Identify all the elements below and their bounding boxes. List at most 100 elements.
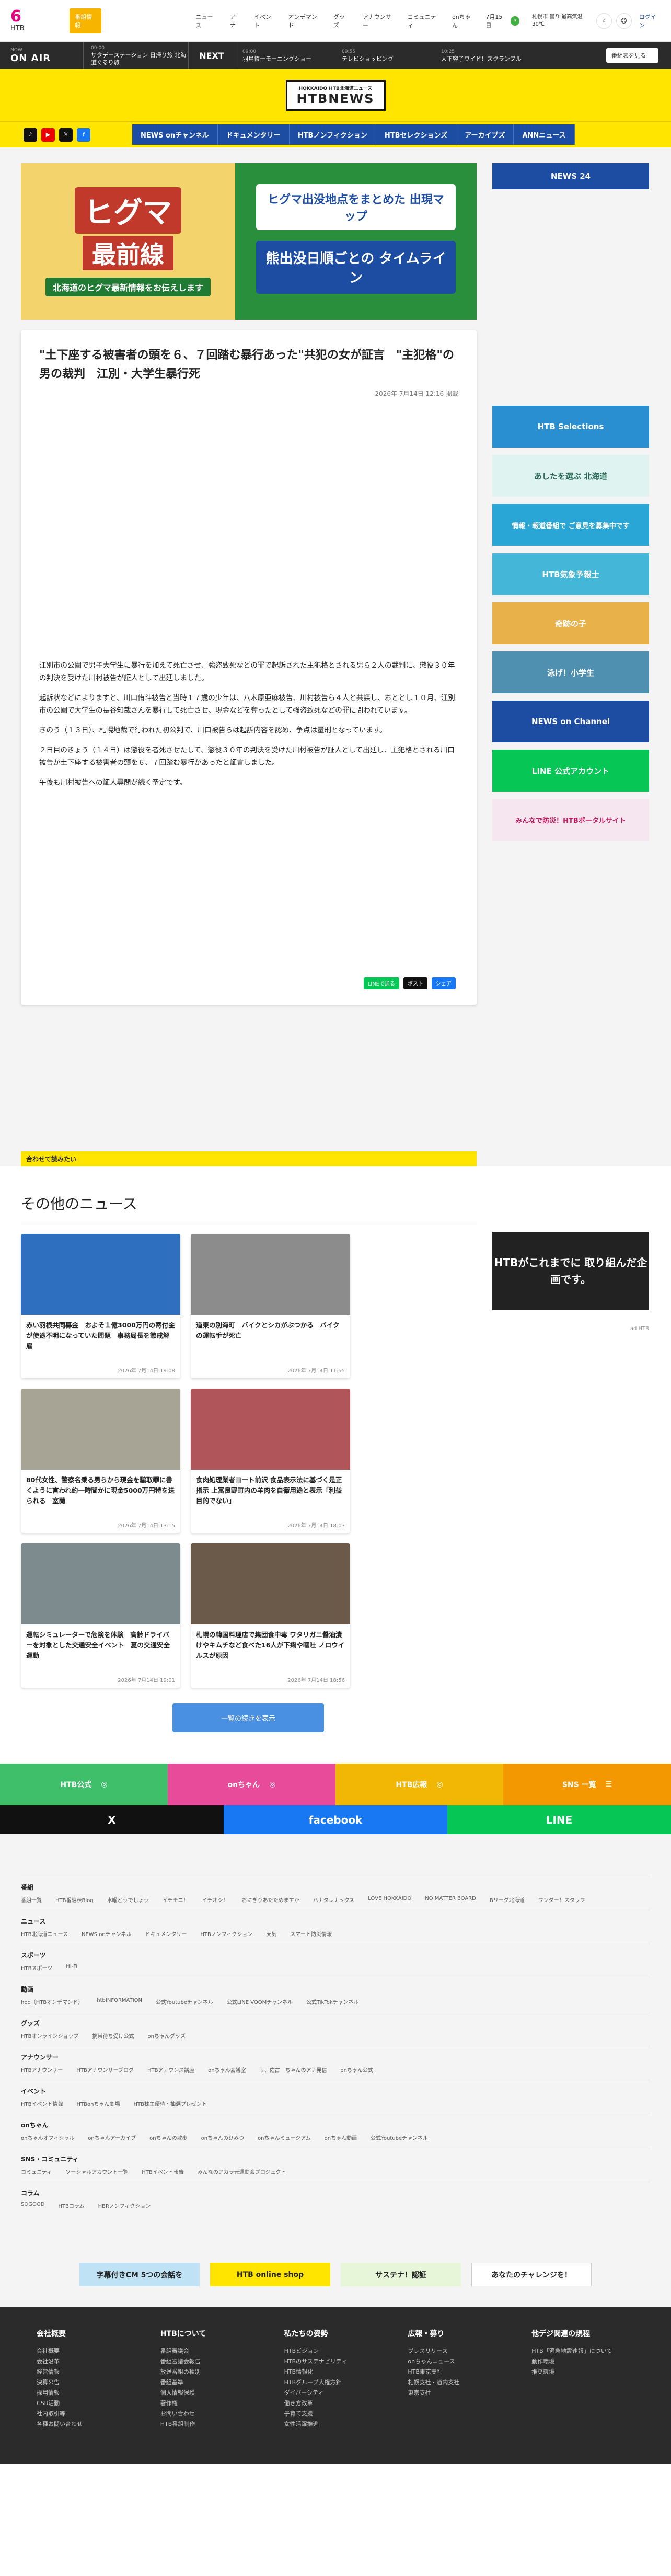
news-card[interactable]: 運転シミュレーターで危険を体験 高齢ドライバーを対象とした交通安全イベント 夏の… [21,1543,180,1688]
sitemap-link[interactable]: ソーシャルアカウント一覧 [65,2168,128,2176]
footer-link[interactable]: HTBのサステナビリティ [284,2356,387,2367]
footer-link[interactable]: CSR活動 [37,2398,140,2409]
sitemap-link[interactable]: onちゃんグッズ [148,2032,186,2040]
ad-banner[interactable]: サステナ！認証 [341,2263,461,2286]
ad-banner[interactable]: HTB online shop [210,2263,330,2286]
sitemap-link[interactable]: onちゃん動画 [325,2134,357,2142]
sidebar-banner[interactable]: NEWS 24 [492,163,649,189]
sitemap-link[interactable]: コミュニティ [21,2168,52,2176]
sidebar-banner[interactable]: HTB気象予報士 [492,553,649,595]
youtube-icon[interactable]: ▶ [41,128,55,142]
sitemap-link[interactable]: サ、佐古 ちゃんのアナ発信 [260,2066,327,2074]
sitemap-heading[interactable]: 動画 [21,1985,650,1994]
nav-item[interactable]: アナウンサー [363,13,394,29]
sitemap-link[interactable]: onちゃん会議室 [208,2066,246,2074]
login-link[interactable]: ログイン [639,13,661,29]
footer-link[interactable]: お問い合わせ [160,2409,263,2419]
footer-link[interactable]: 決算公告 [37,2377,140,2388]
sitemap-heading[interactable]: onちゃん [21,2121,650,2130]
sitemap-link[interactable]: Bリーグ北海道 [490,1896,525,1904]
footer-link[interactable]: 札幌支社・道内支社 [408,2377,511,2388]
tiktok-icon[interactable]: ♪ [24,128,37,142]
sitemap-link[interactable]: おにぎりあたためますか [242,1896,299,1904]
site-logo[interactable]: 6 HTB [10,8,64,34]
sitemap-link[interactable]: HBRノンフィクション [98,2202,151,2209]
sitemap-heading[interactable]: ニュース [21,1917,650,1926]
sidebar-banner[interactable]: 泳げ！小学生 [492,651,649,693]
news-card[interactable]: 80代女性、警察名乗る男らから現金を騙取罪に書くように言われ約一時間かに現金50… [21,1389,180,1533]
sitemap-link[interactable]: 公式TikTokチャンネル [306,1998,358,2006]
sitemap-link[interactable]: イチオシ！ [202,1896,228,1904]
footer-heading[interactable]: HTBについて [160,2328,263,2339]
nav-item[interactable]: オンデマンド [288,13,320,29]
video-area[interactable] [39,398,458,659]
footer-link[interactable]: 女性活躍推進 [284,2419,387,2430]
sitemap-link[interactable]: hod（HTBオンデマンド） [21,1998,83,2006]
sidebar-banner[interactable]: みんなで防災！HTBポータルサイト [492,799,649,841]
footer-link[interactable]: 働き方改革 [284,2398,387,2409]
user-icon[interactable]: ☺ [616,13,632,29]
footer-link[interactable]: 東京支社 [408,2388,511,2398]
category-tab[interactable]: NEWS onチャンネル [132,124,218,145]
sidebar-banner[interactable]: HTB Selections [492,406,649,448]
next-program[interactable]: 09:00 羽鳥慎一モーニングショー [235,48,334,63]
higuma-banner[interactable]: ヒグマ 最前線 北海道のヒグマ最新情報をお伝えします ヒグマ出没地点をまとめた … [21,163,477,320]
sitemap-link[interactable]: スマート防災情報 [290,1930,332,1938]
line-share-strip[interactable]: LINE [447,1805,671,1834]
strip-item[interactable]: HTB公式 ◎ [0,1764,168,1805]
sitemap-link[interactable]: NO MATTER BOARD [425,1896,476,1904]
sitemap-link[interactable]: HTBコラム [58,2202,84,2209]
side-ad[interactable]: HTBがこれまでに 取り組んだ企画です。 [492,1232,649,1310]
nav-item[interactable]: ニュース [195,13,216,29]
footer-link[interactable]: HTBビジョン [284,2346,387,2356]
sitemap-link[interactable]: LOVE HOKKAIDO [368,1896,411,1904]
htb-news-logo[interactable]: HOKKAIDO HTB北海道ニュース HTBNEWS [285,79,386,111]
category-tab[interactable]: ANNニュース [514,124,575,145]
sidebar-banner[interactable]: LINE 公式アカウント [492,750,649,792]
program-info-button[interactable]: 番組情報 [70,8,102,33]
nav-item[interactable]: コミュニティ [408,13,438,29]
footer-link[interactable]: 会社沿革 [37,2356,140,2367]
footer-link[interactable]: 各種お問い合わせ [37,2419,140,2430]
program-guide-select[interactable]: 番組表を見る [606,48,658,63]
sidebar-banner[interactable]: 情報・報道番組で ご意見を募集中です [492,504,649,546]
sitemap-link[interactable]: NEWS onチャンネル [82,1930,131,1938]
footer-link[interactable]: 番組基準 [160,2377,263,2388]
footer-link[interactable]: HTB番組制作 [160,2419,263,2430]
map-link[interactable]: ヒグマ出没地点をまとめた 出現マップ [256,184,456,230]
sitemap-link[interactable]: HTBイベント報告 [142,2168,184,2176]
sitemap-link[interactable]: Hi-Fi [66,1964,77,1972]
footer-link[interactable]: 番組審議会報告 [160,2356,263,2367]
sitemap-link[interactable]: onちゃん公式 [340,2066,373,2074]
nav-item[interactable]: グッズ [333,13,349,29]
footer-heading[interactable]: 他デジ関連の規程 [531,2328,634,2339]
category-tab[interactable]: HTBノンフィクション [289,124,376,145]
sitemap-link[interactable]: HTBアナウンス講座 [147,2066,194,2074]
sitemap-link[interactable]: HTBオンラインショップ [21,2032,79,2040]
sitemap-link[interactable]: htbINFORMATION [97,1998,142,2006]
sitemap-link[interactable]: HTB北海道ニュース [21,1930,68,1938]
x-icon[interactable]: 𝕏 [59,128,73,142]
sidebar-banner[interactable]: あしたを選ぶ 北海道 [492,455,649,497]
footer-link[interactable]: HTB東京支社 [408,2367,511,2377]
sitemap-link[interactable]: SOGOOD [21,2202,44,2209]
news-card[interactable]: 道東の別海町 バイクとシカがぶつかる バイクの運転手が死亡 2026年 7月14… [191,1234,350,1378]
footer-link[interactable]: onちゃんニュース [408,2356,511,2367]
footer-link[interactable]: 推奨環境 [531,2367,634,2377]
sidebar-banner[interactable]: NEWS on Channel [492,701,649,742]
strip-item[interactable]: HTB広報 ◎ [336,1764,503,1805]
footer-heading[interactable]: 私たちの姿勢 [284,2328,387,2339]
footer-link[interactable]: HTBグループ人権方針 [284,2377,387,2388]
news-card[interactable]: 食肉処理業者ヨート前沢 食品表示法に基づく是正指示 上富良野町内の羊肉を自衛用途… [191,1389,350,1533]
category-tab[interactable]: ドキュメンタリー [217,124,290,145]
sitemap-link[interactable]: onちゃんのひみつ [201,2134,244,2142]
footer-link[interactable]: HTB情報化 [284,2367,387,2377]
footer-link[interactable]: 個人情報保護 [160,2388,263,2398]
footer-link[interactable]: 番組審議会 [160,2346,263,2356]
footer-link[interactable]: 採用情報 [37,2388,140,2398]
footer-link[interactable]: 著作権 [160,2398,263,2409]
current-program[interactable]: 09:00 サタデーステーション 日帰り旅 北海道ぐるり旅 [84,44,188,66]
next-program[interactable]: 10:25 大下容子ワイド！スクランブル [434,48,533,63]
sitemap-link[interactable]: 公式Youtubeチャンネル [371,2134,428,2142]
sitemap-link[interactable]: 水曜どうでしょう [107,1896,149,1904]
